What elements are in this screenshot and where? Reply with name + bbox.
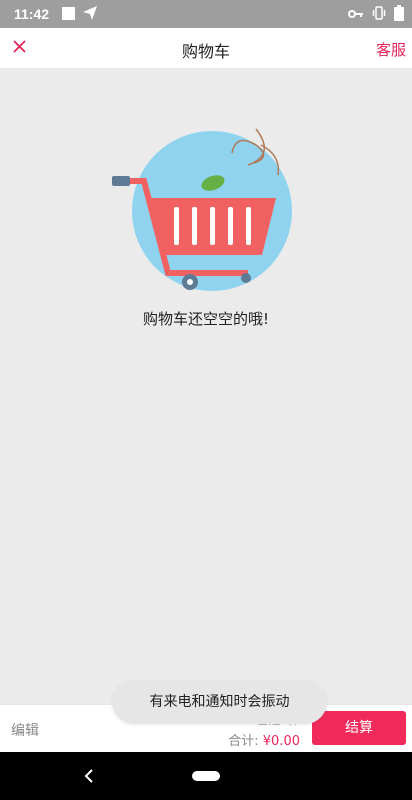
edit-button[interactable]: 编辑	[11, 720, 39, 740]
empty-cart-message: 购物车还空空的哦!	[142, 310, 269, 328]
vpn-key-icon	[348, 7, 364, 23]
empty-cart-state: 购物车还空空的哦!	[0, 115, 412, 329]
page-title: 购物车	[181, 42, 230, 61]
total-label: 合计:	[228, 734, 259, 749]
checkout-button[interactable]: 结算	[312, 711, 406, 745]
send-icon	[82, 5, 98, 24]
vibrate-toast: 有来电和通知时会振动	[112, 680, 327, 724]
notification-icon	[62, 7, 75, 20]
system-nav-bar	[0, 752, 412, 800]
app-bar: 购物车 客服	[0, 28, 412, 69]
status-time: 11:42	[14, 6, 50, 22]
total-amount: ¥0.00	[262, 734, 300, 749]
customer-service-button[interactable]: 客服	[376, 39, 406, 60]
status-bar: 11:42	[0, 0, 412, 28]
total-row: 合计: ¥0.00	[228, 730, 300, 749]
home-pill-icon[interactable]	[192, 771, 220, 781]
vibrate-icon	[372, 5, 386, 24]
empty-cart-illustration	[112, 128, 292, 291]
battery-icon	[394, 5, 404, 24]
back-icon[interactable]	[82, 766, 96, 790]
